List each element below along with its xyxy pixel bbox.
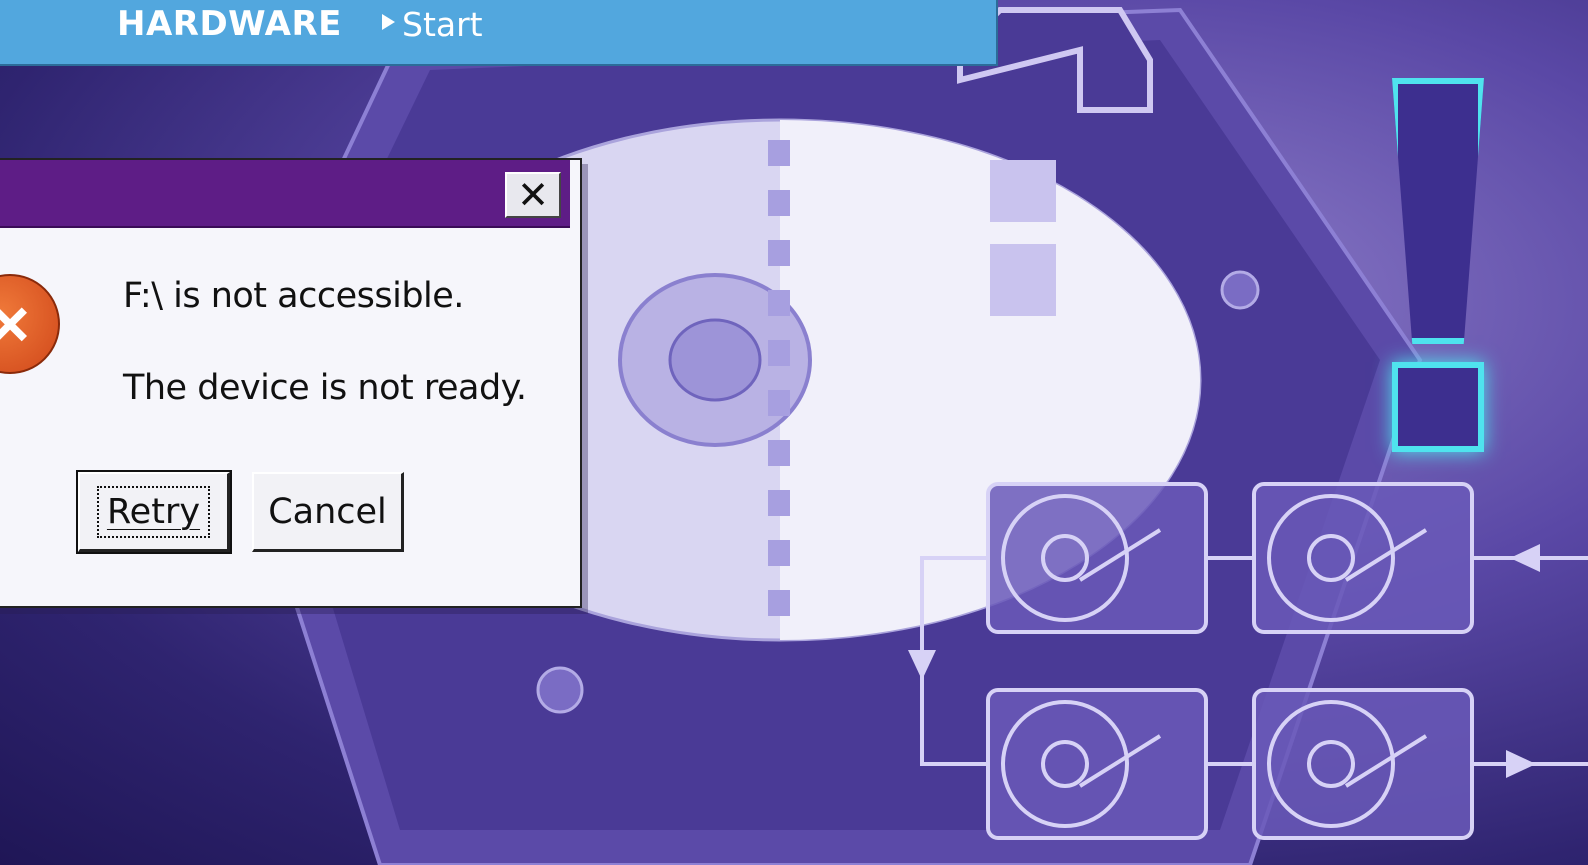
retry-button[interactable]: Retry — [76, 470, 232, 554]
error-message-detail: The device is not ready. — [123, 368, 527, 408]
header-banner: HARDWARE Start — [0, 0, 998, 66]
section-title: HARDWARE — [117, 4, 342, 44]
error-icon: × — [0, 274, 60, 374]
error-message-path: F:\ is not accessible. — [123, 276, 464, 316]
triangle-right-icon — [382, 14, 395, 30]
error-dialog: ✕ × F:\ is not accessible. The device is… — [0, 158, 582, 608]
dialog-titlebar[interactable]: ✕ — [0, 160, 570, 228]
cancel-button[interactable]: Cancel — [252, 472, 404, 552]
retry-button-label: Retry — [96, 485, 211, 538]
exclamation-dot-icon — [1392, 362, 1484, 452]
close-icon: ✕ — [517, 173, 549, 217]
breadcrumb[interactable]: Start — [402, 5, 483, 44]
cancel-button-label: Cancel — [268, 491, 387, 532]
close-button[interactable]: ✕ — [505, 172, 561, 218]
